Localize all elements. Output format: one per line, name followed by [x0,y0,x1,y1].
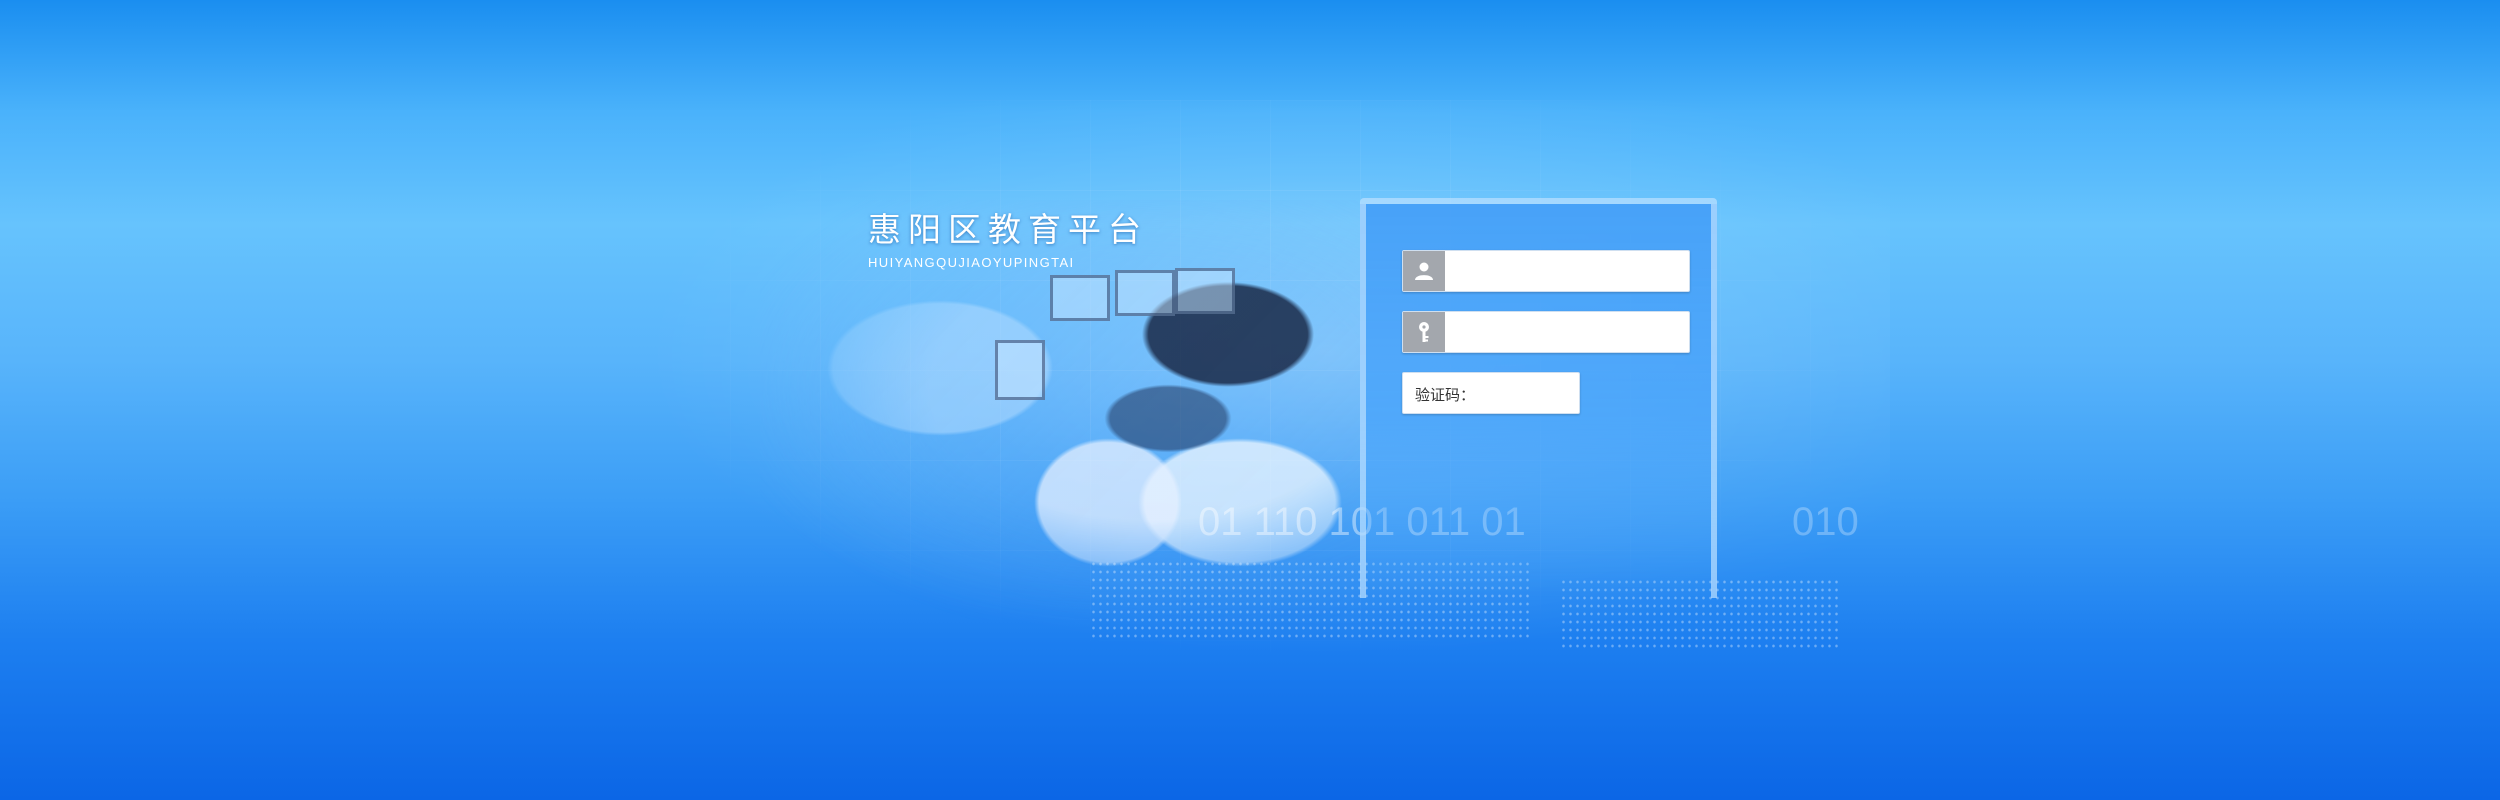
binary-decoration-right: 010 [1792,500,1859,544]
username-input[interactable] [1449,251,1685,291]
page-subtitle: HUIYANGQUJIAOYUPINGTAI [868,255,1075,270]
login-page: 惠阳区教育平台 HUIYANGQUJIAOYUPINGTAI 01 110 10… [0,0,2500,800]
captcha-input[interactable] [1473,373,1573,413]
password-input[interactable] [1449,312,1685,352]
username-field[interactable] [1402,250,1690,292]
page-title: 惠阳区教育平台 [868,210,1148,249]
monitor-illustration [1175,268,1235,314]
monitor-illustration [1115,270,1175,316]
user-icon [1403,251,1445,291]
captcha-label: 验证码： [1415,386,1476,404]
monitor-illustration [1050,275,1110,321]
key-icon [1403,312,1445,352]
login-panel: 验证码： [1360,198,1717,598]
captcha-field[interactable]: 验证码： [1402,372,1580,414]
monitor-illustration [995,340,1045,400]
password-field[interactable] [1402,311,1690,353]
brand: 惠阳区教育平台 HUIYANGQUJIAOYUPINGTAI [868,203,1148,270]
